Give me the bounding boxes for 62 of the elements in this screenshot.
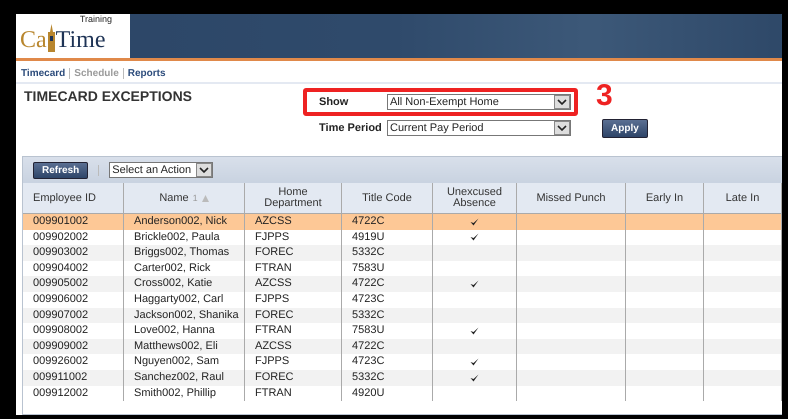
table-cell: FJPPS [245,230,342,246]
annotation-number: 3 [596,84,613,108]
column-header[interactable]: Home Department [245,183,342,214]
checkmark-icon [470,280,479,288]
table-cell: FOREC [245,245,342,261]
filter-label: Time Period [319,122,383,134]
refresh-button[interactable]: Refresh [33,162,88,178]
table-cell: Cross002, Katie [124,276,245,292]
sort-arrow-icon [202,194,209,202]
table-cell: Jackson002, Shanika [124,308,245,324]
table-cell: 4722C [342,338,433,354]
table-cell: FOREC [245,370,342,386]
table-cell: 009901002 [23,214,124,230]
logo-tagline: Training [80,14,112,24]
table-cell: 009909002 [23,338,124,354]
filter-select[interactable]: All Non-Exempt Home [387,94,571,110]
table-cell: 7583U [342,260,433,276]
table-cell: FTRAN [245,260,342,276]
table-cell: 4919U [342,230,433,246]
table-cell: 5332C [342,308,433,324]
column-header[interactable]: Unexcused Absence [433,183,517,214]
table-cell: 009902002 [23,230,124,246]
table-cell: FTRAN [245,386,342,402]
table-cell: 009912002 [23,386,124,402]
tower-icon [46,24,56,52]
table-cell: 5332C [342,370,433,386]
table-cell: Briggs002, Thomas [124,245,245,261]
table-cell: Anderson002, Nick [124,214,245,230]
table-cell: 4722C [342,214,433,230]
table-cell: 009911002 [23,370,124,386]
table-cell: Carter002, Rick [124,260,245,276]
table-cell: 009903002 [23,245,124,261]
table-cell: 009907002 [23,308,124,324]
table-cell: Smith002, Phillip [124,386,245,402]
column-header[interactable]: Name 1 [124,183,245,214]
table-cell: 009904002 [23,260,124,276]
table-cell: 4920U [342,386,433,402]
column-header[interactable]: Early In [626,183,704,214]
table-cell: Matthews002, Eli [124,338,245,354]
column-header[interactable]: Employee ID [23,183,124,214]
table-cell: AZCSS [245,214,342,230]
table-cell: AZCSS [245,276,342,292]
table-cell: 009905002 [23,276,124,292]
nav-link[interactable]: Timecard [21,68,66,79]
logo-text: Time [56,28,106,52]
table-cell: 5332C [342,245,433,261]
page-title: TIMECARD EXCEPTIONS [24,88,194,106]
logo-text: Ca [20,28,47,52]
table-cell: AZCSS [245,338,342,354]
apply-button[interactable]: Apply [602,118,648,138]
nav-link[interactable]: Reports [128,68,166,79]
checkmark-icon [470,326,479,335]
column-header[interactable]: Missed Punch [517,183,626,214]
table-cell: FOREC [245,308,342,324]
filter-label: Show [319,96,350,108]
table-cell: Brickle002, Paula [124,230,245,246]
table-cell: 4722C [342,276,433,292]
action-select[interactable]: Select an Action [109,162,214,178]
table-cell: Sanchez002, Raul [124,370,245,386]
column-header[interactable]: Title Code [342,183,433,214]
column-header[interactable]: Late In [704,183,782,214]
filter-select[interactable]: Current Pay Period [387,120,571,136]
